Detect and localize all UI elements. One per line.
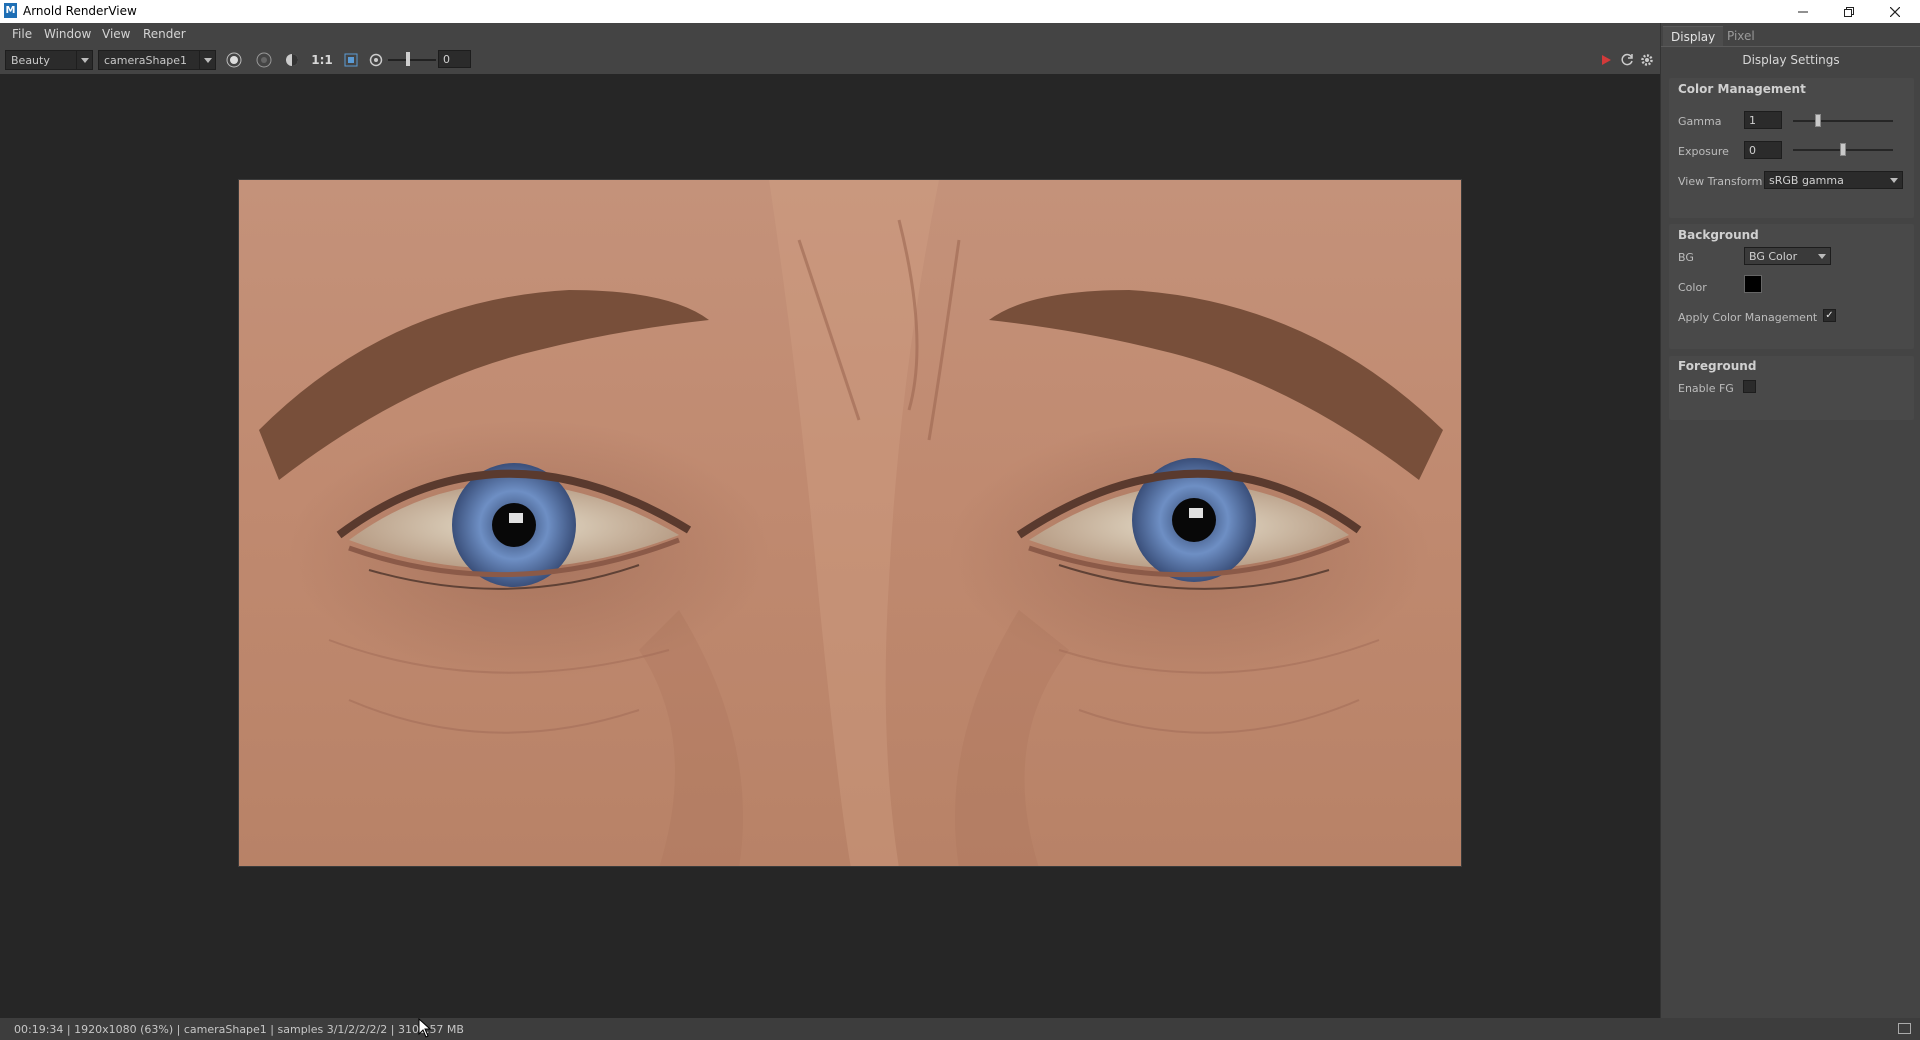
close-button[interactable] xyxy=(1872,0,1918,23)
aperture-icon xyxy=(369,53,383,67)
title-bar: M Arnold RenderView xyxy=(0,0,1920,23)
status-text: 00:19:34 | 1920x1080 (63%) | cameraShape… xyxy=(14,1023,464,1036)
minimize-button[interactable] xyxy=(1780,0,1826,23)
color-label: Color xyxy=(1678,281,1707,294)
channel-mode-button[interactable] xyxy=(254,50,274,70)
gamma-slider-thumb[interactable] xyxy=(1814,114,1821,127)
toolbar xyxy=(0,47,1660,74)
settings-button[interactable] xyxy=(1637,50,1657,70)
mouse-cursor-icon xyxy=(418,1018,432,1038)
tab-pixel[interactable]: Pixel xyxy=(1719,26,1763,46)
color-picker-button[interactable] xyxy=(282,50,302,70)
gear-icon xyxy=(1641,54,1653,66)
bg-color-swatch[interactable] xyxy=(1744,275,1762,293)
menu-render[interactable]: Render xyxy=(143,27,186,41)
snapshot-icon[interactable] xyxy=(1898,1023,1911,1034)
channel-rgb-button[interactable] xyxy=(224,50,244,70)
refresh-icon xyxy=(1621,53,1633,66)
bg-label: BG xyxy=(1678,251,1694,264)
gamma-field[interactable]: 1 xyxy=(1744,111,1782,129)
panel-title: Display Settings xyxy=(1742,53,1840,67)
view-transform-dropdown[interactable]: sRGB gamma xyxy=(1764,171,1903,189)
menu-view[interactable]: View xyxy=(102,27,130,41)
exposure-button[interactable] xyxy=(366,50,386,70)
apply-cm-checkbox[interactable]: ✓ xyxy=(1823,309,1836,322)
restore-button[interactable] xyxy=(1826,0,1872,23)
enable-fg-label: Enable FG xyxy=(1678,382,1734,395)
color-management-header: Color Management xyxy=(1678,82,1806,96)
chevron-down-icon xyxy=(199,51,215,69)
menu-bar: File Window View Render xyxy=(0,23,1660,47)
render-play-button[interactable] xyxy=(1596,50,1616,70)
toolbar-exposure-slider[interactable] xyxy=(388,59,436,61)
rgb-circle-icon xyxy=(256,52,272,68)
render-image[interactable] xyxy=(238,179,1462,867)
minimize-icon xyxy=(1798,11,1808,12)
region-button[interactable] xyxy=(341,50,361,70)
gamma-label: Gamma xyxy=(1678,115,1722,128)
chevron-down-icon xyxy=(1890,178,1898,183)
restore-icon xyxy=(1844,6,1854,17)
crop-region-icon xyxy=(344,53,358,67)
yin-yang-icon xyxy=(286,54,298,66)
aov-dropdown-value: Beauty xyxy=(11,54,50,67)
tab-divider xyxy=(1661,46,1920,47)
view-transform-label: View Transform xyxy=(1678,175,1763,188)
menu-file[interactable]: File xyxy=(12,27,32,41)
display-settings-panel: Display Pixel Display Settings Color Man… xyxy=(1660,23,1920,1018)
rendered-eyes-image xyxy=(239,180,1461,866)
view-transform-value: sRGB gamma xyxy=(1769,174,1844,187)
apply-cm-label: Apply Color Management xyxy=(1678,311,1818,324)
close-icon xyxy=(1890,6,1900,17)
bg-dropdown-value: BG Color xyxy=(1749,250,1798,263)
menu-window[interactable]: Window xyxy=(44,27,91,41)
zoom-1to1-button[interactable]: 1:1 xyxy=(310,50,334,70)
status-bar: 00:19:34 | 1920x1080 (63%) | cameraShape… xyxy=(0,1018,1920,1040)
exposure-slider-thumb[interactable] xyxy=(1840,143,1846,156)
play-icon xyxy=(1602,55,1611,65)
gamma-slider[interactable] xyxy=(1793,120,1893,122)
background-header: Background xyxy=(1678,228,1759,242)
tab-display[interactable]: Display xyxy=(1663,26,1724,46)
toolbar-exposure-field[interactable]: 0 xyxy=(438,50,471,68)
bg-dropdown[interactable]: BG Color xyxy=(1744,247,1831,265)
app-icon: M xyxy=(4,3,17,18)
foreground-header: Foreground xyxy=(1678,359,1757,373)
camera-dropdown[interactable]: cameraShape1 xyxy=(98,50,216,70)
enable-fg-checkbox[interactable] xyxy=(1743,380,1756,393)
chevron-down-icon xyxy=(1818,254,1826,259)
window-title: Arnold RenderView xyxy=(23,4,137,18)
aov-dropdown[interactable]: Beauty xyxy=(5,50,93,70)
chevron-down-icon xyxy=(76,51,92,69)
exposure-label: Exposure xyxy=(1678,145,1729,158)
exposure-field[interactable]: 0 xyxy=(1744,141,1782,159)
refresh-button[interactable] xyxy=(1617,50,1637,70)
toolbar-exposure-slider-thumb[interactable] xyxy=(406,52,411,66)
camera-dropdown-value: cameraShape1 xyxy=(104,54,187,67)
circle-target-icon xyxy=(226,52,242,68)
